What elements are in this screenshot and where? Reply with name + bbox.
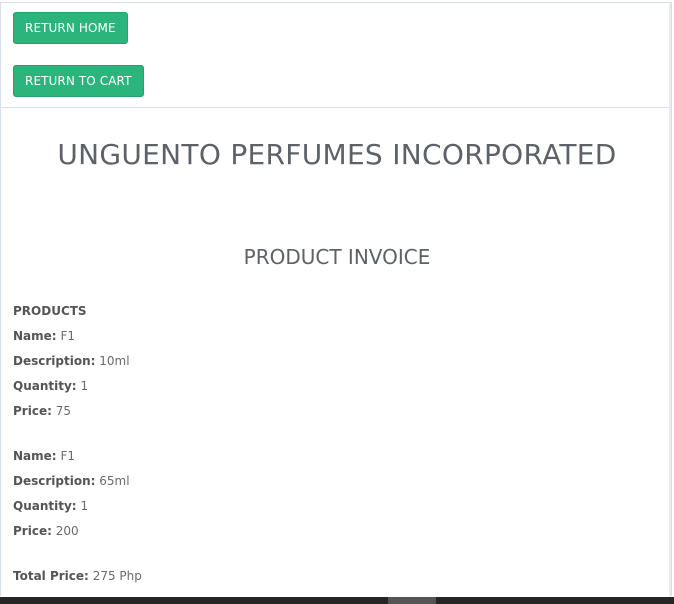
product-quantity-row: Quantity: 1: [13, 499, 89, 513]
quantity-label: Quantity: [13, 379, 72, 393]
product-description-value: 65ml: [99, 474, 130, 488]
price-label: Price: [13, 524, 48, 538]
price-label: Price: [13, 404, 48, 418]
product-name-row: Name: F1: [13, 329, 75, 343]
product-name-value: F1: [60, 329, 75, 343]
quantity-label: Quantity: [13, 499, 72, 513]
product-description-row: Description: 65ml: [13, 474, 130, 488]
description-label: Description: [13, 474, 91, 488]
invoice-title: PRODUCT INVOICE: [243, 245, 431, 269]
page-frame: RETURN HOME RETURN TO CART UNGUENTO PERF…: [0, 2, 672, 599]
total-price-value: 275 Php: [92, 569, 142, 583]
scrollbar-thumb[interactable]: [388, 597, 436, 604]
description-label: Description: [13, 354, 91, 368]
return-to-cart-button[interactable]: RETURN TO CART: [13, 65, 144, 97]
company-title: UNGUENTO PERFUMES INCORPORATED: [57, 138, 617, 171]
vertical-scroll-edge: [669, 3, 671, 599]
product-description-row: Description: 10ml: [13, 354, 130, 368]
product-description-value: 10ml: [99, 354, 130, 368]
product-price-value: 200: [55, 524, 79, 538]
product-quantity-value: 1: [80, 499, 89, 513]
name-label: Name: [13, 449, 52, 463]
name-label: Name: [13, 329, 52, 343]
total-price-label: Total Price: [13, 569, 85, 583]
invoice-details: PRODUCTS Name: F1 Description: 10ml Quan…: [13, 299, 142, 589]
product-item: Name: F1 Description: 10ml Quantity: 1 P…: [13, 324, 142, 424]
horizontal-scrollbar[interactable]: [0, 597, 674, 604]
return-home-button[interactable]: RETURN HOME: [13, 12, 128, 44]
product-name-row: Name: F1: [13, 449, 75, 463]
total-price-row: Total Price: 275 Php: [13, 569, 142, 583]
top-navigation: RETURN HOME RETURN TO CART: [1, 3, 671, 108]
product-quantity-value: 1: [80, 379, 89, 393]
product-price-value: 75: [55, 404, 71, 418]
product-price-row: Price: 75: [13, 404, 71, 418]
products-heading: PRODUCTS: [13, 304, 87, 318]
product-price-row: Price: 200: [13, 524, 79, 538]
product-name-value: F1: [60, 449, 75, 463]
product-item: Name: F1 Description: 65ml Quantity: 1 P…: [13, 444, 142, 544]
product-quantity-row: Quantity: 1: [13, 379, 89, 393]
